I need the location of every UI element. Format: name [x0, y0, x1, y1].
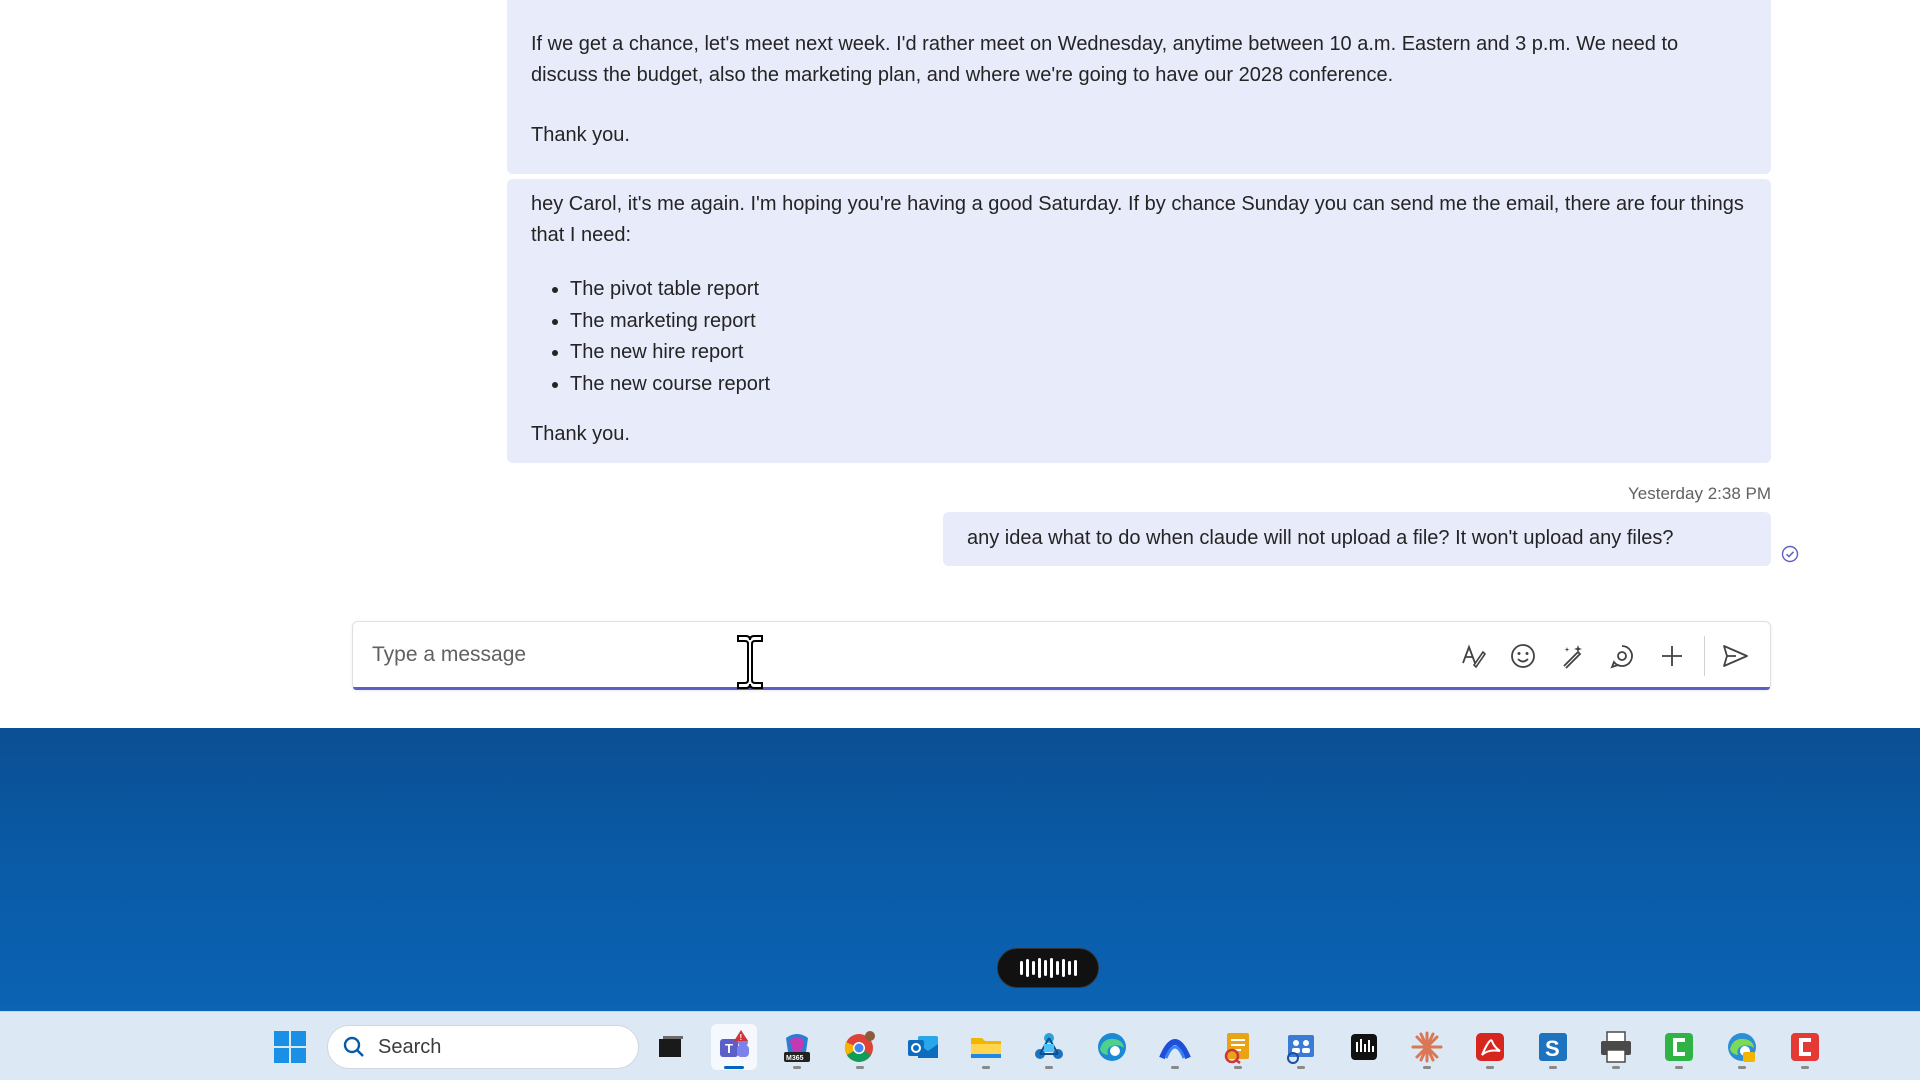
svg-text:M365: M365 — [786, 1055, 804, 1062]
message-bubble-received[interactable]: If we get a chance, let's meet next week… — [507, 0, 1771, 174]
message-paragraph: hey Carol, it's me again. I'm hoping you… — [531, 193, 1744, 246]
toolbar-divider — [1704, 636, 1705, 676]
list-item: The new course report — [570, 369, 770, 401]
message-bubble-sent[interactable]: any idea what to do when claude will not… — [943, 512, 1771, 566]
message-paragraph: If we get a chance, let's meet next week… — [531, 33, 1679, 86]
svg-text:S: S — [1545, 1036, 1560, 1061]
text-cursor-icon — [737, 635, 763, 689]
printer-app-icon[interactable] — [1593, 1024, 1639, 1070]
teams-icon[interactable]: T! — [711, 1024, 757, 1070]
search-icon — [343, 1036, 364, 1057]
emoji-icon[interactable] — [1505, 638, 1541, 674]
desktop-background — [0, 728, 1920, 1011]
copilot-icon[interactable] — [1554, 638, 1590, 674]
app-green-icon[interactable] — [1656, 1024, 1702, 1070]
compose-box[interactable] — [352, 621, 1771, 690]
windows-start-icon[interactable] — [272, 1029, 308, 1065]
acrobat-icon[interactable] — [1467, 1024, 1513, 1070]
chat-area: If we get a chance, let's meet next week… — [0, 0, 1920, 728]
loop-icon[interactable] — [1604, 638, 1640, 674]
arc-app-icon[interactable] — [1152, 1024, 1198, 1070]
search-label: Search — [378, 1035, 442, 1058]
list-item: The new hire report — [570, 337, 770, 369]
message-closing: Thank you. — [531, 124, 630, 146]
app-s-icon[interactable]: S — [1530, 1024, 1576, 1070]
claude-icon[interactable] — [1404, 1024, 1450, 1070]
file-explorer-icon[interactable] — [963, 1024, 1009, 1070]
message-bubble-received[interactable]: hey Carol, it's me again. I'm hoping you… — [507, 179, 1771, 463]
network-app-icon[interactable] — [1026, 1024, 1072, 1070]
edge-beta-icon[interactable] — [1719, 1024, 1765, 1070]
list-item: The pivot table report — [570, 274, 770, 306]
list-item: The marketing report — [570, 306, 770, 338]
outlook-icon[interactable] — [900, 1024, 946, 1070]
message-input[interactable] — [372, 640, 1372, 670]
read-receipt-icon — [1781, 545, 1799, 563]
svg-text:T: T — [725, 1041, 733, 1056]
notes-app-icon[interactable] — [1215, 1024, 1261, 1070]
message-timestamp: Yesterday 2:38 PM — [1627, 484, 1771, 503]
message-closing: Thank you. — [531, 423, 630, 445]
format-icon[interactable] — [1455, 638, 1491, 674]
taskbar-search[interactable]: Search — [327, 1025, 639, 1069]
voice-typing-indicator[interactable] — [997, 948, 1099, 988]
send-icon[interactable] — [1717, 638, 1753, 674]
edge-icon[interactable] — [1089, 1024, 1135, 1070]
chrome-icon[interactable] — [837, 1024, 883, 1070]
add-icon[interactable] — [1654, 638, 1690, 674]
m365-icon[interactable]: M365 — [774, 1024, 820, 1070]
taskbar: Search T! M365 S — [0, 1011, 1920, 1080]
audio-app-icon[interactable] — [1341, 1024, 1387, 1070]
app-red-icon[interactable] — [1782, 1024, 1828, 1070]
task-view-icon[interactable] — [648, 1024, 694, 1070]
svg-text:!: ! — [740, 1033, 743, 1042]
people-app-icon[interactable] — [1278, 1024, 1324, 1070]
message-list: The pivot table report The marketing rep… — [570, 274, 770, 400]
